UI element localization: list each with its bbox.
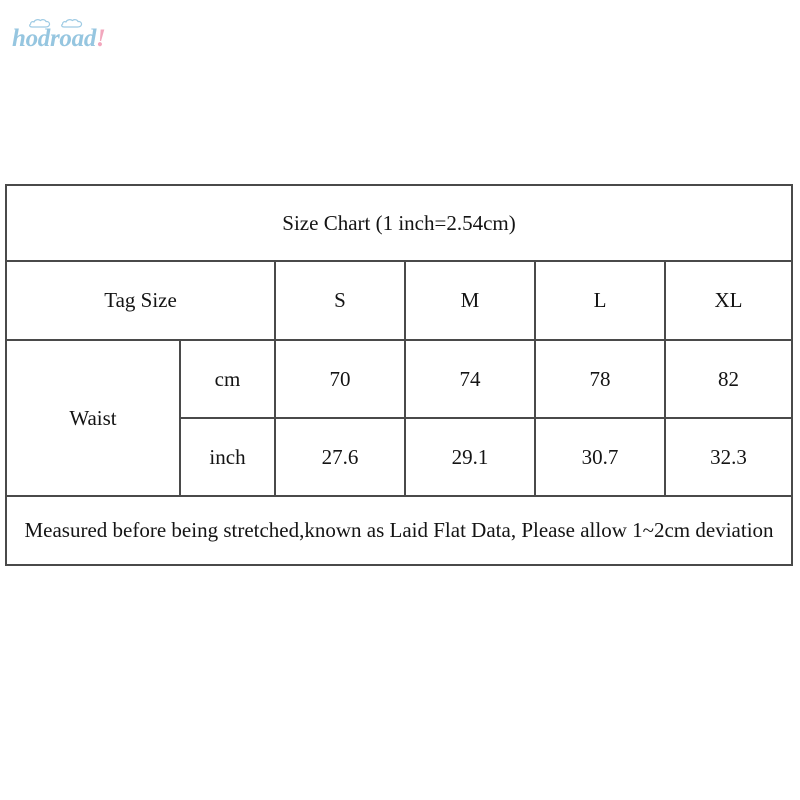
- size-header-m: M: [404, 260, 536, 341]
- waist-inch-l: 30.7: [534, 417, 666, 497]
- tag-size-label: Tag Size: [5, 260, 276, 341]
- waist-inch-xl: 32.3: [663, 417, 794, 497]
- waist-label: Waist: [5, 339, 181, 497]
- measurement-note: Measured before being stretched,known as…: [4, 495, 794, 566]
- waist-cm-m: 74: [404, 339, 536, 419]
- unit-label-inch: inch: [179, 417, 276, 497]
- unit-label-cm: cm: [179, 339, 276, 419]
- size-chart-table: Size Chart (1 inch=2.54cm) Tag Size S M …: [4, 184, 794, 566]
- size-header-l: L: [534, 260, 666, 341]
- size-header-s: S: [274, 260, 406, 341]
- table-row-tag-size: Tag Size S M L XL: [5, 260, 794, 341]
- table-row-waist-cm: Waist cm 70 74 78 82: [5, 339, 794, 497]
- table-row-title: Size Chart (1 inch=2.54cm): [4, 184, 794, 262]
- brand-watermark: hodroad!: [12, 14, 142, 54]
- size-header-xl: XL: [663, 260, 794, 341]
- brand-exclamation: !: [96, 25, 106, 52]
- size-chart-container: Size Chart (1 inch=2.54cm) Tag Size S M …: [4, 184, 794, 566]
- table-row-note: Measured before being stretched,known as…: [4, 495, 794, 566]
- waist-inch-s: 27.6: [274, 417, 406, 497]
- brand-name-text: hodroad: [12, 25, 97, 52]
- chart-title: Size Chart (1 inch=2.54cm): [4, 184, 794, 262]
- waist-inch-m: 29.1: [404, 417, 536, 497]
- waist-cm-l: 78: [534, 339, 666, 419]
- brand-name: hodroad!: [12, 25, 106, 52]
- waist-cm-xl: 82: [663, 339, 794, 419]
- waist-cm-s: 70: [274, 339, 406, 419]
